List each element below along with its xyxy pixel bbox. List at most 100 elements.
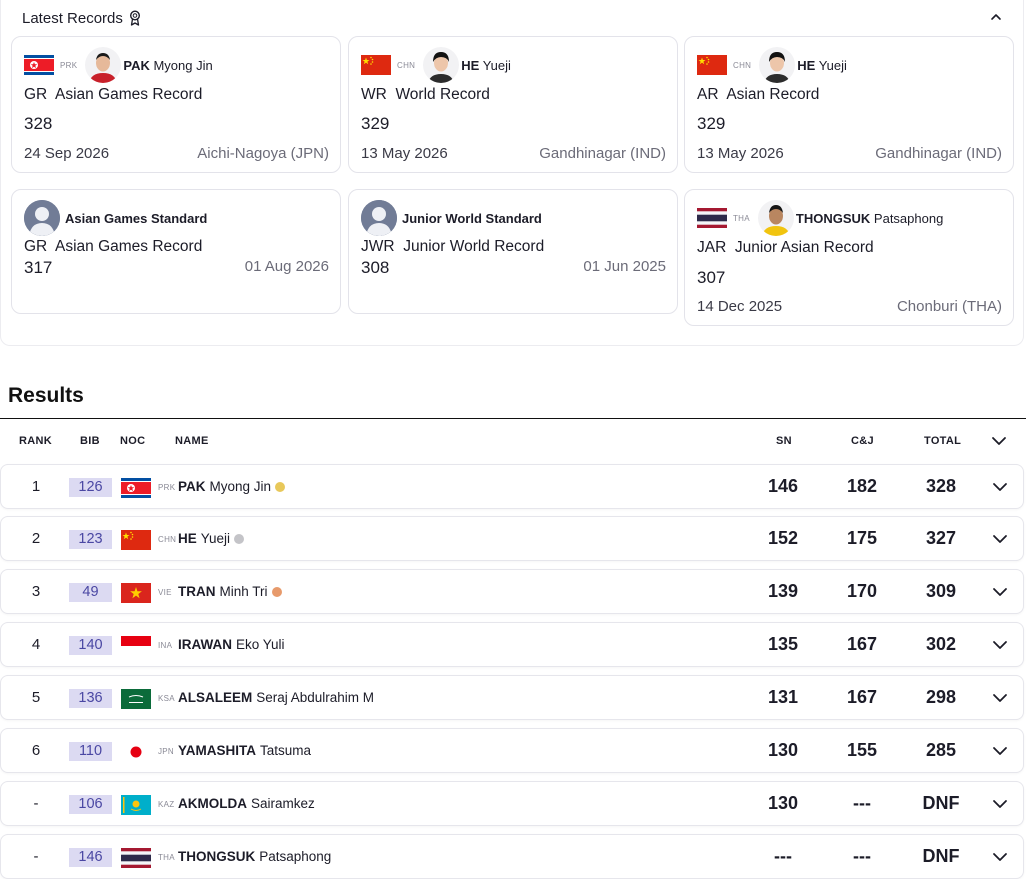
clean-jerk-value: --- <box>853 846 871 866</box>
record-date: 13 May 2026 <box>697 145 784 162</box>
rank: 1 <box>31 478 41 495</box>
chevron-down-icon[interactable] <box>991 583 1009 601</box>
flag-ina-icon <box>121 636 151 656</box>
record-card[interactable]: Junior World Standard JWR Junior World R… <box>348 189 678 314</box>
chevron-down-icon[interactable] <box>991 478 1009 496</box>
record-card[interactable]: THA THONGSUK Patsaphong JAR Junior Asian… <box>684 189 1014 326</box>
record-date: 13 May 2026 <box>361 145 448 162</box>
record-place: Gandhinagar (IND) <box>875 145 1002 162</box>
total-value: 309 <box>925 581 957 601</box>
chevron-down-icon[interactable] <box>991 848 1009 866</box>
bib-badge: 106 <box>69 795 112 814</box>
col-header-rank[interactable]: RANK <box>19 435 52 447</box>
total-value: DNF <box>922 846 960 866</box>
clean-jerk-value: 170 <box>846 581 878 601</box>
record-date: 01 Aug 2026 <box>244 258 329 275</box>
record-card[interactable]: CHN HE Yueji WR World Record 329 13 May … <box>348 36 678 173</box>
bib-badge: 126 <box>69 478 112 497</box>
chevron-down-icon[interactable] <box>991 530 1009 548</box>
flag-vie-icon <box>121 583 151 603</box>
silver-medal-icon <box>234 533 245 544</box>
record-place: Gandhinagar (IND) <box>539 145 666 162</box>
gold-medal-icon <box>275 481 286 492</box>
record-card[interactable]: PRK PAK Myong Jin GR Asian Games Record … <box>11 36 341 173</box>
record-type: GR Asian Games Record <box>24 86 203 103</box>
noc-code: THA <box>158 853 175 862</box>
result-row[interactable]: 3 49 VIE TRAN Minh Tri 139 170 309 <box>0 569 1024 614</box>
expand-all-chevron-down-icon[interactable] <box>990 432 1008 450</box>
rank: 5 <box>31 689 41 706</box>
rank: 6 <box>31 742 41 759</box>
user-placeholder-icon <box>361 200 397 236</box>
bib-badge: 49 <box>69 583 112 602</box>
athlete-avatar <box>423 47 460 83</box>
noc-code: VIE <box>158 588 172 597</box>
bib-badge: 110 <box>69 742 112 761</box>
snatch-value: 131 <box>767 687 799 707</box>
result-row[interactable]: 2 123 CHN HE Yueji 152 175 327 <box>0 516 1024 561</box>
flag-jpn-icon <box>121 742 151 762</box>
athlete-name[interactable]: THONGSUK Patsaphong <box>796 211 943 226</box>
result-row[interactable]: - 106 KAZ AKMOLDA Sairamkez 130 --- DNF <box>0 781 1024 826</box>
snatch-value: 152 <box>767 528 799 548</box>
athlete-name[interactable]: PAK Myong Jin <box>123 58 212 73</box>
result-row[interactable]: 5 136 KSA ALSALEEM Seraj Abdulrahim M 131… <box>0 675 1024 720</box>
noc-code: INA <box>158 641 173 650</box>
record-type: AR Asian Record <box>697 86 820 103</box>
total-value: DNF <box>922 793 960 813</box>
chevron-down-icon[interactable] <box>991 636 1009 654</box>
flag-prk-icon <box>121 478 151 498</box>
bib-badge: 123 <box>69 530 112 549</box>
total-value: 285 <box>925 740 957 760</box>
total-value: 302 <box>925 634 957 654</box>
chevron-down-icon[interactable] <box>991 795 1009 813</box>
athlete-name[interactable]: HE Yueji <box>178 531 245 546</box>
athlete-name[interactable]: IRAWAN Eko Yuli <box>178 637 285 652</box>
chevron-up-icon[interactable] <box>989 10 1003 24</box>
athlete-name[interactable]: YAMASHITA Tatsuma <box>178 743 311 758</box>
athlete-name[interactable]: AKMOLDA Sairamkez <box>178 796 315 811</box>
athlete-name[interactable]: PAK Myong Jin <box>178 479 286 494</box>
clean-jerk-value: 155 <box>846 740 878 760</box>
record-value: 307 <box>697 268 726 287</box>
snatch-value: 139 <box>767 581 799 601</box>
rank: 3 <box>31 583 41 600</box>
athlete-name[interactable]: THONGSUK Patsaphong <box>178 849 331 864</box>
athlete-avatar <box>759 47 796 83</box>
noc-code: KAZ <box>158 800 175 809</box>
athlete-name[interactable]: TRAN Minh Tri <box>178 584 282 599</box>
result-row[interactable]: 1 126 PRK PAK Myong Jin 146 182 328 <box>0 464 1024 509</box>
chevron-down-icon[interactable] <box>991 689 1009 707</box>
rank: - <box>33 848 39 865</box>
flag-chn-icon <box>121 530 151 550</box>
record-type: GR Asian Games Record <box>24 238 203 255</box>
col-header-total[interactable]: TOTAL <box>924 435 961 447</box>
col-header-bib[interactable]: BIB <box>80 435 100 447</box>
athlete-avatar <box>85 47 122 83</box>
record-card[interactable]: CHN HE Yueji AR Asian Record 329 13 May … <box>684 36 1014 173</box>
records-header[interactable]: Latest Records <box>22 9 141 27</box>
bib-badge: 136 <box>69 689 112 708</box>
result-row[interactable]: 6 110 JPN YAMASHITA Tatsuma 130 155 285 <box>0 728 1024 773</box>
record-card[interactable]: Asian Games Standard GR Asian Games Reco… <box>11 189 341 314</box>
athlete-name[interactable]: HE Yueji <box>461 58 511 73</box>
bib-badge: 140 <box>69 636 112 655</box>
clean-jerk-value: 167 <box>846 687 878 707</box>
clean-jerk-value: --- <box>853 793 871 813</box>
col-header-name[interactable]: NAME <box>175 435 209 447</box>
result-row[interactable]: 4 140 INA IRAWAN Eko Yuli 135 167 302 <box>0 622 1024 667</box>
col-header-noc[interactable]: NOC <box>120 435 145 447</box>
record-place: Aichi-Nagoya (JPN) <box>197 145 329 162</box>
results-divider <box>0 418 1026 419</box>
flag-tha-icon <box>121 848 151 868</box>
flag-prk-icon <box>24 55 54 75</box>
result-row[interactable]: - 146 THA THONGSUK Patsaphong --- --- DNF <box>0 834 1024 879</box>
flag-ksa-icon <box>121 689 151 709</box>
medal-icon <box>129 10 140 26</box>
col-header-cj[interactable]: C&J <box>851 435 874 447</box>
chevron-down-icon[interactable] <box>991 742 1009 760</box>
col-header-sn[interactable]: SN <box>776 435 792 447</box>
rank: 4 <box>31 636 41 653</box>
athlete-name[interactable]: HE Yueji <box>797 58 847 73</box>
athlete-name[interactable]: ALSALEEM Seraj Abdulrahim M <box>178 690 374 705</box>
